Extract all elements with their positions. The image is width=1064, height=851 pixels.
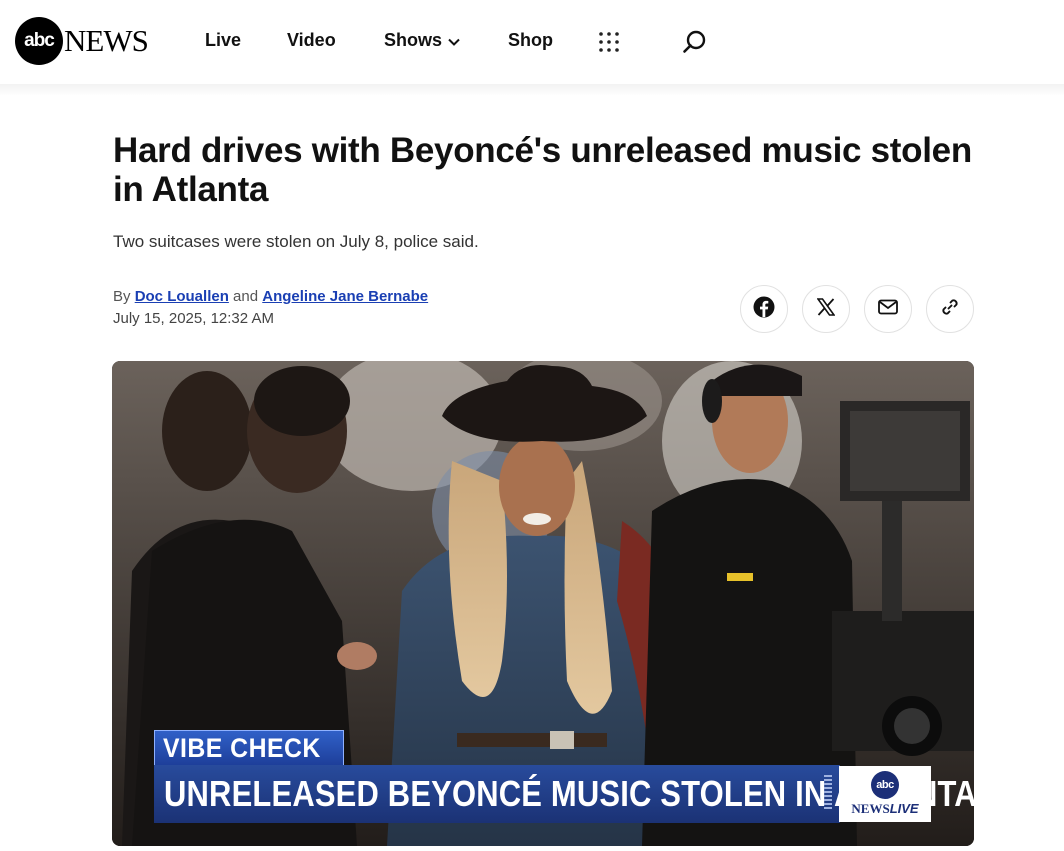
segment-label: VIBE CHECK bbox=[154, 730, 344, 766]
abc-logo-mark: abc bbox=[15, 17, 63, 65]
news-logo-word: NEWS bbox=[64, 23, 149, 58]
abc-news-live-badge: abc NEWSLIVE bbox=[839, 766, 931, 822]
nav-shop[interactable]: Shop bbox=[508, 30, 553, 51]
share-facebook-button[interactable] bbox=[740, 285, 788, 333]
segment-label-text: VIBE CHECK bbox=[163, 732, 321, 763]
link-icon bbox=[940, 297, 960, 322]
hero-image[interactable]: VIBE CHECK UNRELEASED BEYONCÉ MUSIC STOL… bbox=[112, 361, 974, 846]
publish-date: July 15, 2025, 12:32 AM bbox=[113, 310, 274, 327]
byline-prefix: By bbox=[113, 288, 131, 305]
nav-live[interactable]: Live bbox=[205, 30, 241, 51]
nav-shows-label: Shows bbox=[384, 30, 443, 50]
abc-news-logo[interactable]: abc NEWS bbox=[15, 17, 149, 65]
badge-abc-mark: abc bbox=[871, 771, 899, 799]
lower-third-banner: UNRELEASED BEYONCÉ MUSIC STOLEN IN ATLAN… bbox=[154, 765, 974, 823]
byline: By Doc Louallen and Angeline Jane Bernab… bbox=[113, 288, 428, 305]
copy-link-button[interactable] bbox=[926, 285, 974, 333]
badge-live-word: LIVE bbox=[889, 801, 919, 816]
site-header: abc NEWS Live Video Shows Shop bbox=[0, 0, 1064, 84]
email-icon bbox=[878, 299, 898, 320]
badge-text: NEWSLIVE bbox=[851, 801, 918, 817]
nav-shows[interactable]: Shows bbox=[384, 30, 460, 51]
grid-menu-icon[interactable] bbox=[598, 31, 620, 53]
byline-joiner: and bbox=[233, 288, 259, 305]
author-link-angeline-jane-bernabe[interactable]: Angeline Jane Bernabe bbox=[262, 288, 428, 305]
search-icon[interactable] bbox=[682, 29, 708, 55]
article-headline: Hard drives with Beyoncé's unreleased mu… bbox=[113, 131, 972, 209]
badge-news-word: NEWS bbox=[851, 801, 890, 816]
article-subhead: Two suitcases were stolen on July 8, pol… bbox=[113, 232, 479, 251]
author-link-doc-louallen[interactable]: Doc Louallen bbox=[135, 288, 229, 305]
banner-ticks-decoration bbox=[824, 775, 832, 811]
facebook-icon bbox=[753, 296, 775, 323]
share-x-button[interactable] bbox=[802, 285, 850, 333]
x-icon bbox=[816, 297, 836, 321]
chevron-down-icon bbox=[448, 30, 460, 51]
share-email-button[interactable] bbox=[864, 285, 912, 333]
nav-video[interactable]: Video bbox=[287, 30, 336, 51]
header-divider bbox=[0, 84, 1064, 96]
